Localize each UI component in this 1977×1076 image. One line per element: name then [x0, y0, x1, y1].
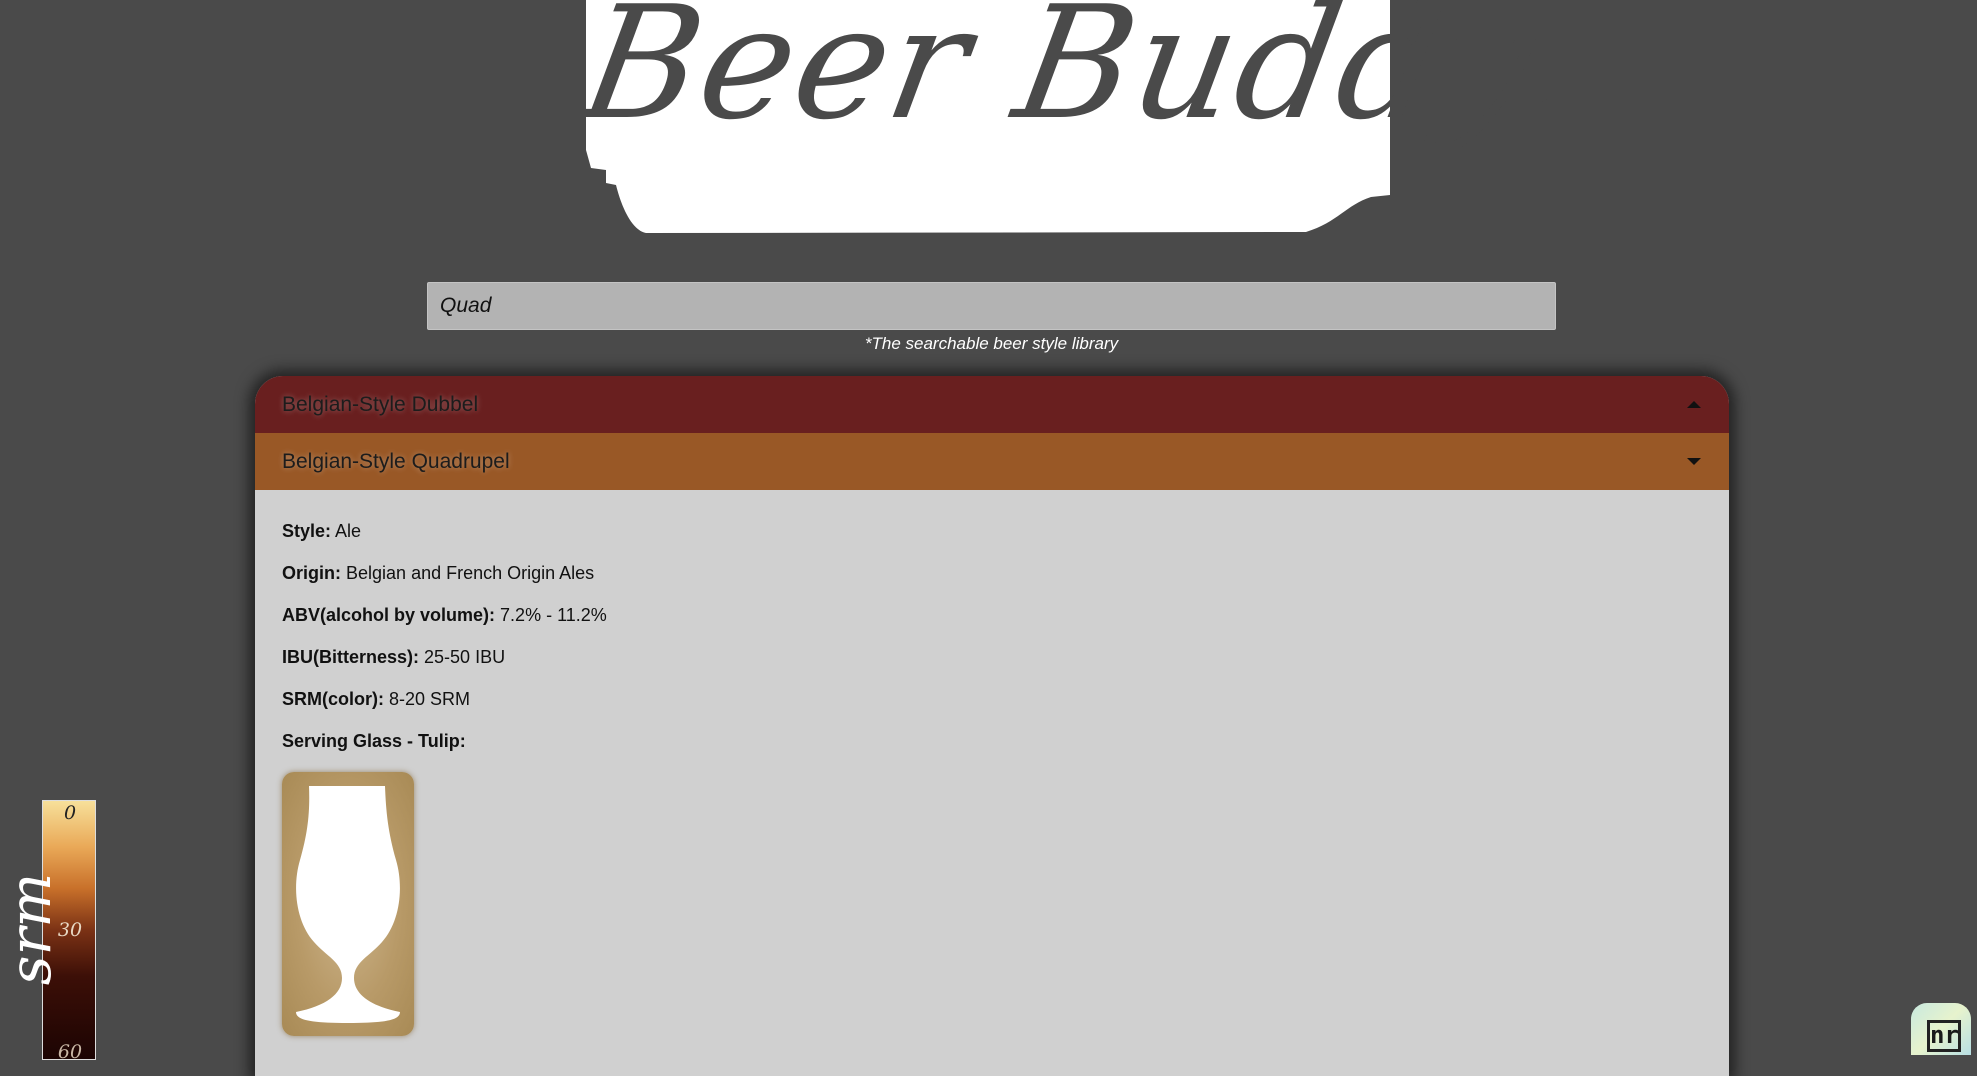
corner-badge[interactable]: nr [1911, 1003, 1971, 1055]
serving-glass-row: Serving Glass - Tulip: [282, 730, 1702, 753]
abv-row: ABV(alcohol by volume): 7.2% - 11.2% [282, 604, 1702, 627]
logo: Beer Buddy! [570, 0, 1613, 233]
accordion-item-dubbel[interactable]: Belgian-Style Dubbel [255, 376, 1729, 433]
abv-label: ABV(alcohol by volume): [282, 605, 496, 625]
tagline: *The searchable beer style library [864, 334, 1119, 353]
accordion-item-quadrupel[interactable]: Belgian-Style Quadrupel [255, 433, 1729, 490]
serving-glass-image [282, 772, 414, 1036]
style-row: Style: Ale [282, 520, 1702, 543]
origin-label: Origin: [282, 563, 341, 583]
srm-scale-title: srm [0, 872, 64, 986]
ibu-row: IBU(Bitterness): 25-50 IBU [282, 646, 1702, 669]
srm-tick-0: 0 [63, 802, 77, 824]
origin-value: Belgian and French Origin Ales [346, 563, 595, 583]
badge-logo-icon: nr [1927, 1020, 1961, 1052]
srm-row: SRM(color): 8-20 SRM [282, 688, 1702, 711]
accordion-item-label: Belgian-Style Dubbel [282, 392, 479, 416]
style-accordion: Belgian-Style Dubbel Belgian-Style Quadr… [255, 376, 1729, 1076]
serving-glass-label: Serving Glass - Tulip: [282, 731, 466, 751]
tulip-glass-icon [296, 786, 400, 1023]
style-value: Ale [335, 521, 362, 541]
ibu-label: IBU(Bitterness): [282, 647, 420, 667]
logo-title: Beer Buddy! [569, 0, 1614, 154]
srm-tick-60: 60 [57, 1041, 83, 1063]
style-label: Style: [282, 521, 332, 541]
caret-down-icon[interactable] [1687, 458, 1701, 465]
accordion-item-label: Belgian-Style Quadrupel [282, 449, 510, 473]
ibu-value: 25-50 IBU [424, 647, 506, 667]
style-details: Style: Ale Origin: Belgian and French Or… [255, 490, 1729, 1036]
srm-label: SRM(color): [282, 689, 384, 709]
origin-row: Origin: Belgian and French Origin Ales [282, 562, 1702, 585]
srm-value: 8-20 SRM [389, 689, 471, 709]
caret-up-icon[interactable] [1687, 401, 1701, 408]
search-input[interactable] [427, 282, 1556, 330]
abv-value: 7.2% - 11.2% [500, 605, 607, 625]
